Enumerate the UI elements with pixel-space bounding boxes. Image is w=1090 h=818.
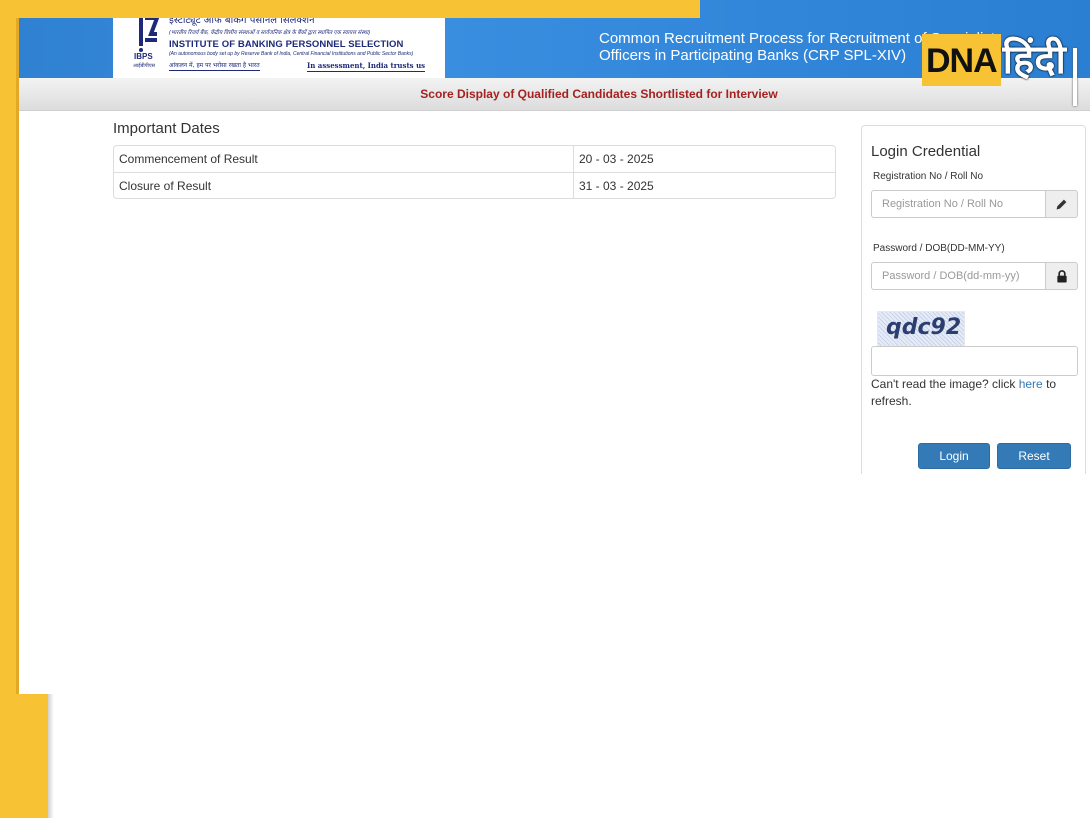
logo-tagline-english: In assessment, India trusts us (307, 61, 426, 72)
important-dates-table: Commencement of Result 20 - 03 - 2025 Cl… (113, 145, 836, 199)
login-title: Login Credential (871, 143, 981, 160)
pencil-icon (1045, 190, 1078, 218)
overlay-frame-bottom-block (0, 694, 48, 818)
date-label: Closure of Result (114, 172, 574, 198)
date-label: Commencement of Result (114, 146, 574, 172)
logo-english-subtitle: (An autonomous body set up by Reserve Ba… (169, 51, 414, 57)
password-input[interactable] (871, 262, 1045, 290)
table-row: Commencement of Result 20 - 03 - 2025 (114, 146, 835, 172)
ibps-logo: IBPS आईबीपीएस इंस्टीट्यूट ऑफ बैंकिंग पर्… (113, 8, 445, 78)
important-dates-title: Important Dates (113, 120, 220, 137)
logo-tagline-hindi: आंकलन में, हम पर भरोसा रखता है भारत (169, 62, 260, 71)
lock-icon (1045, 262, 1078, 290)
logo-english-name: INSTITUTE OF BANKING PERSONNEL SELECTION (169, 39, 404, 50)
logo-hindi-subtitle: (भारतीय रिजर्व बैंक, केंद्रीय वित्तीय सं… (169, 30, 371, 36)
dna-hindi-watermark: DNA हिंदी (922, 26, 1066, 86)
page-subtitle: Score Display of Qualified Candidates Sh… (420, 87, 778, 101)
dna-watermark-en: DNA (922, 34, 1001, 86)
overlay-frame-shadow (48, 694, 54, 818)
registration-label: Registration No / Roll No (873, 171, 984, 182)
logo-ibps-label: IBPS (134, 52, 153, 61)
login-button[interactable]: Login (918, 443, 990, 469)
registration-input[interactable] (871, 190, 1045, 218)
logo-ibps-hindi-label: आईबीपीएस (133, 63, 155, 69)
dna-watermark-hi: हिंदी (1002, 37, 1066, 83)
registration-input-group (871, 190, 1078, 218)
date-value: 31 - 03 - 2025 (574, 172, 835, 198)
login-panel: Login Credential Registration No / Roll … (861, 125, 1086, 474)
reset-button[interactable]: Reset (997, 443, 1071, 469)
date-value: 20 - 03 - 2025 (579, 152, 654, 166)
password-label: Password / DOB(DD-MM-YY) (873, 243, 1005, 254)
captcha-image: qdc92 (877, 311, 965, 347)
dna-watermark-bar (1073, 48, 1077, 106)
overlay-frame-top (0, 0, 700, 18)
refresh-prefix: Can't read the image? click (871, 377, 1019, 391)
table-row: Closure of Result 31 - 03 - 2025 (114, 172, 835, 198)
captcha-refresh-link[interactable]: here (1019, 377, 1043, 391)
captcha-input[interactable] (871, 346, 1078, 376)
captcha-text: qdc92 (886, 315, 962, 340)
overlay-frame-left-edge (16, 18, 19, 694)
captcha-refresh-text: Can't read the image? click here to refr… (871, 376, 1076, 410)
password-input-group (871, 262, 1078, 290)
